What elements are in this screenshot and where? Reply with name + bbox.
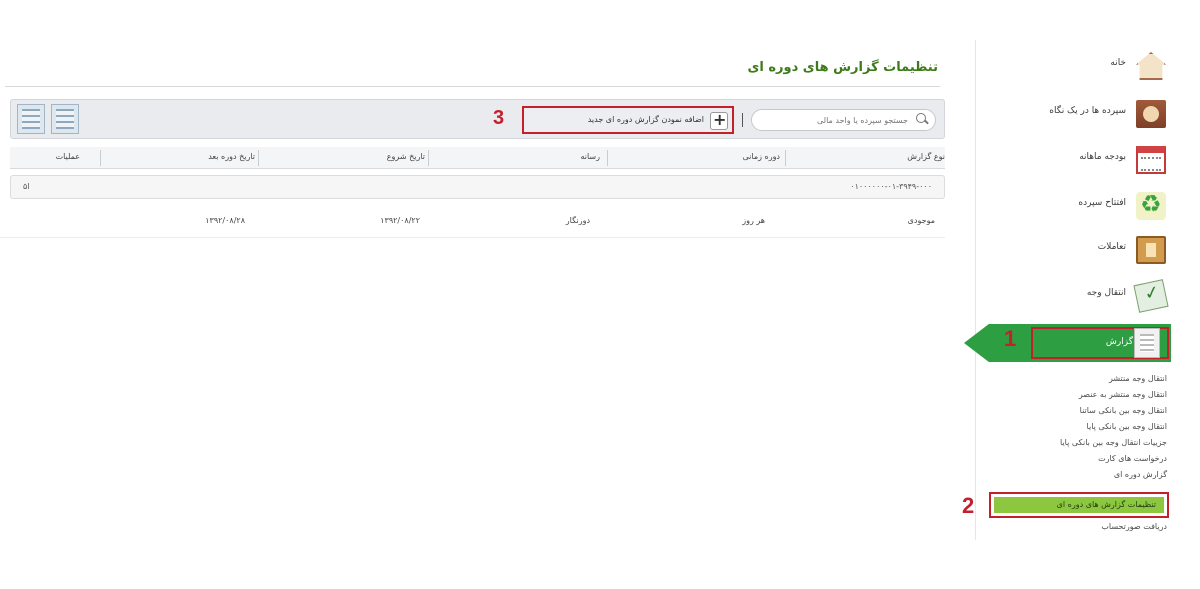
column-divider: [100, 150, 101, 166]
column-header-next-date[interactable]: تاریخ دوره بعد: [208, 152, 255, 161]
account-group-row[interactable]: ۰۱۰۰۰۰۰۰-۰۱-۳۹۴۹-۰۰۰ ا۵: [10, 175, 945, 199]
search-icon[interactable]: [916, 113, 929, 126]
toolbar: اضافه نمودن گزارش دوره ای جدید 3: [10, 99, 945, 139]
search-box[interactable]: [751, 109, 936, 131]
submenu-item[interactable]: درخواست های کارت: [992, 454, 1167, 468]
submenu-item-label: تنظیمات گزارش های دوره ای: [994, 497, 1164, 513]
sidebar: خانه سپرده ها در یک نگاه بودجه ماهانه اف…: [962, 40, 1176, 540]
sidebar-item-label: افتتاح سپرده: [1078, 198, 1126, 208]
add-button-label: اضافه نمودن گزارش دوره ای جدید: [587, 115, 704, 124]
cell-report-type: موجودی: [907, 216, 935, 225]
column-header-period[interactable]: دوره زمانی: [742, 152, 780, 161]
table-row[interactable]: موجودی هر روز دورنگار ۱۳۹۲/۰۸/۲۲ ۱۳۹۲/۰۸…: [0, 206, 945, 238]
column-divider: [258, 150, 259, 166]
page-title: تنظیمات گزارش های دوره ای: [747, 60, 938, 75]
cell-period: هر روز: [742, 216, 765, 225]
submenu-item[interactable]: جزییات انتقال وجه بین بانکی پایا: [992, 438, 1167, 452]
cell-next-date: ۱۳۹۲/۰۸/۲۸: [205, 216, 245, 225]
submenu-item[interactable]: گزارش دوره ای: [992, 470, 1167, 484]
money-transfer-icon: [1133, 279, 1169, 313]
sidebar-item-label: گزارش: [1105, 337, 1133, 347]
column-header-report-type[interactable]: نوع گزارش: [907, 152, 945, 161]
home-icon: [1136, 52, 1166, 80]
sidebar-item-home[interactable]: خانه: [996, 48, 1176, 84]
submenu-item[interactable]: انتقال وجه بین بانکی پایا: [992, 422, 1167, 436]
cell-start-date: ۱۳۹۲/۰۸/۲۲: [380, 216, 420, 225]
column-divider: [428, 150, 429, 166]
sidebar-item-label: تعاملات: [1097, 242, 1126, 252]
grid-view-icon[interactable]: [51, 104, 79, 134]
booklet-icon: [1136, 236, 1166, 264]
book-icon: [1136, 100, 1166, 128]
column-divider: [785, 150, 786, 166]
step-marker-2: 2: [962, 493, 975, 518]
column-header-media[interactable]: رسانه: [580, 152, 600, 161]
add-icon: [710, 110, 728, 130]
submenu-item[interactable]: دریافت صورتحساب: [992, 522, 1167, 536]
step-marker-1: 1: [1004, 326, 1017, 351]
toolbar-divider: [742, 113, 743, 127]
submenu-item-periodic-report-settings[interactable]: تنظیمات گزارش های دوره ای: [989, 492, 1169, 518]
sidebar-item-open-deposit[interactable]: افتتاح سپرده: [996, 188, 1176, 224]
sidebar-item-deposits-overview[interactable]: سپرده ها در یک نگاه: [996, 96, 1176, 132]
sidebar-item-label: سپرده ها در یک نگاه: [1049, 106, 1126, 116]
sidebar-item-money-transfer[interactable]: انتقال وجه: [996, 278, 1176, 314]
sidebar-item-label: خانه: [1110, 58, 1126, 68]
search-input[interactable]: [758, 112, 908, 128]
step-marker-3: 3: [493, 107, 505, 129]
table-header: نوع گزارش دوره زمانی رسانه تاریخ شروع تا…: [10, 147, 945, 169]
calendar-icon: [1136, 146, 1166, 174]
column-header-actions: عملیات: [55, 152, 80, 161]
cell-media: دورنگار: [565, 216, 590, 225]
submenu-item[interactable]: انتقال وجه بین بانکی ساتنا: [992, 406, 1167, 420]
sidebar-item-label: بودجه ماهانه: [1079, 152, 1126, 162]
column-header-start-date[interactable]: تاریخ شروع: [387, 152, 425, 161]
submenu-item[interactable]: انتقال وجه منتشر: [992, 374, 1167, 388]
account-number: ۰۱۰۰۰۰۰۰-۰۱-۳۹۴۹-۰۰۰: [850, 182, 932, 191]
sidebar-item-interactions[interactable]: تعاملات: [996, 232, 1176, 268]
sidebar-item-monthly-budget[interactable]: بودجه ماهانه: [996, 142, 1176, 178]
recycle-icon: [1136, 190, 1166, 220]
list-view-icon[interactable]: [17, 104, 45, 134]
sidebar-item-label: انتقال وجه: [1086, 288, 1126, 298]
report-icon: [1134, 328, 1160, 358]
add-periodic-report-button[interactable]: اضافه نمودن گزارش دوره ای جدید: [522, 106, 734, 134]
group-count: ا۵: [23, 182, 30, 191]
title-divider: [5, 86, 940, 87]
column-divider: [607, 150, 608, 166]
submenu-item[interactable]: انتقال وجه منتشر به عنصر: [992, 390, 1167, 404]
